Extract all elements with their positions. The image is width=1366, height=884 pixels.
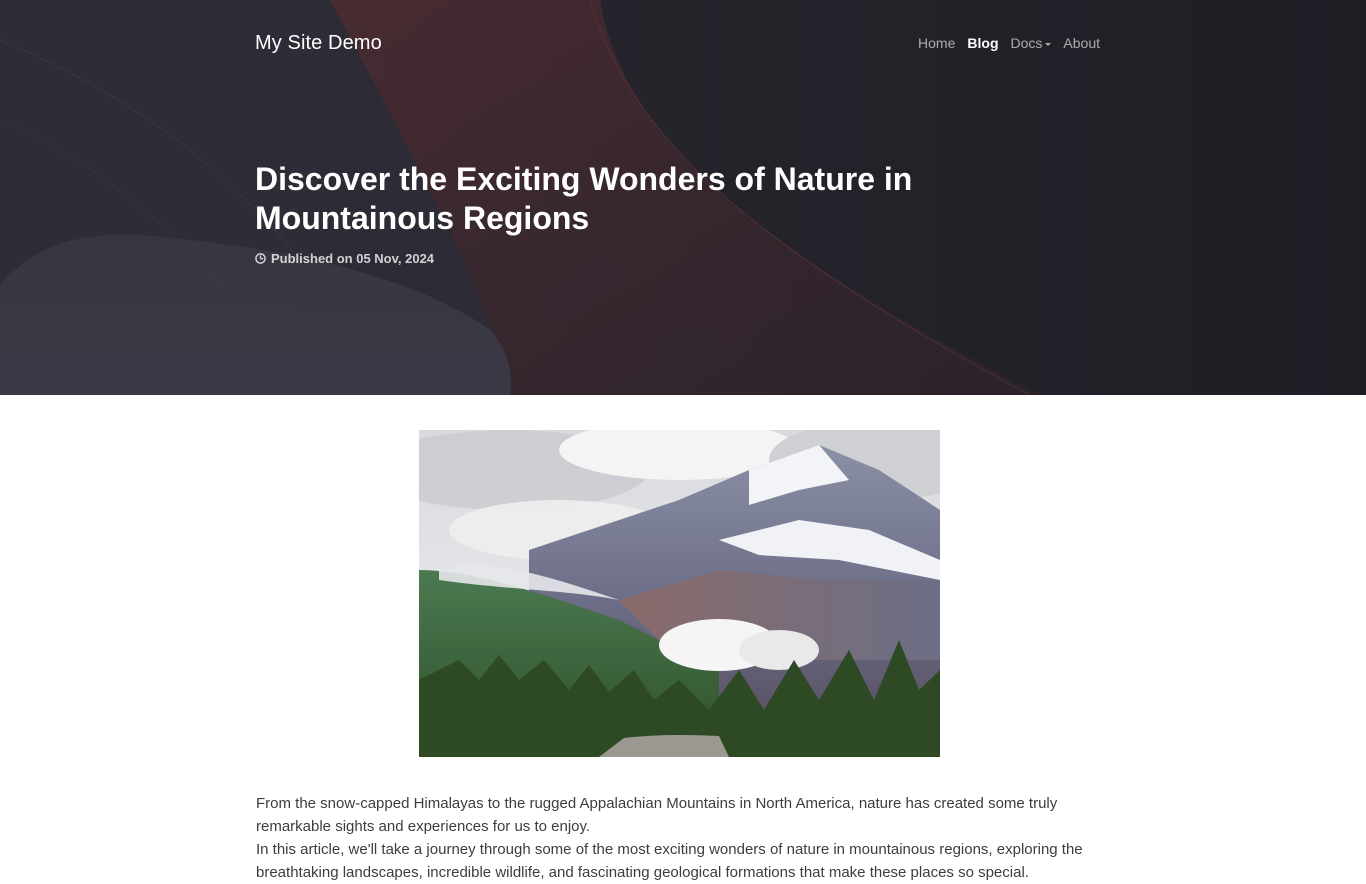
featured-mountain-image xyxy=(419,430,940,757)
top-navbar: My Site Demo Home Blog Docs About xyxy=(255,28,1100,58)
post-paragraph: From the snow-capped Himalayas to the ru… xyxy=(256,795,1058,835)
nav-link-docs-label: Docs xyxy=(1010,35,1043,51)
clock-icon xyxy=(255,253,266,264)
post-title: Discover the Exciting Wonders of Nature … xyxy=(255,161,913,236)
post-body: From the snow-capped Himalayas to the ru… xyxy=(256,792,1101,884)
post-meta: Published on 05 Nov, 2024 xyxy=(255,251,434,266)
nav-link-blog[interactable]: Blog xyxy=(967,35,998,51)
published-date: Published on 05 Nov, 2024 xyxy=(271,251,435,266)
site-brand-link[interactable]: My Site Demo xyxy=(255,32,382,55)
hero-header: My Site Demo Home Blog Docs About Discov… xyxy=(0,0,1366,395)
nav-link-home[interactable]: Home xyxy=(918,35,955,51)
caret-down-icon xyxy=(1045,42,1052,46)
post-paragraph: In this article, we'll take a journey th… xyxy=(256,841,1083,881)
nav-dropdown-docs[interactable]: Docs xyxy=(1011,35,1052,51)
nav-link-about[interactable]: About xyxy=(1063,35,1100,51)
nav-links: Home Blog Docs About xyxy=(918,35,1100,51)
